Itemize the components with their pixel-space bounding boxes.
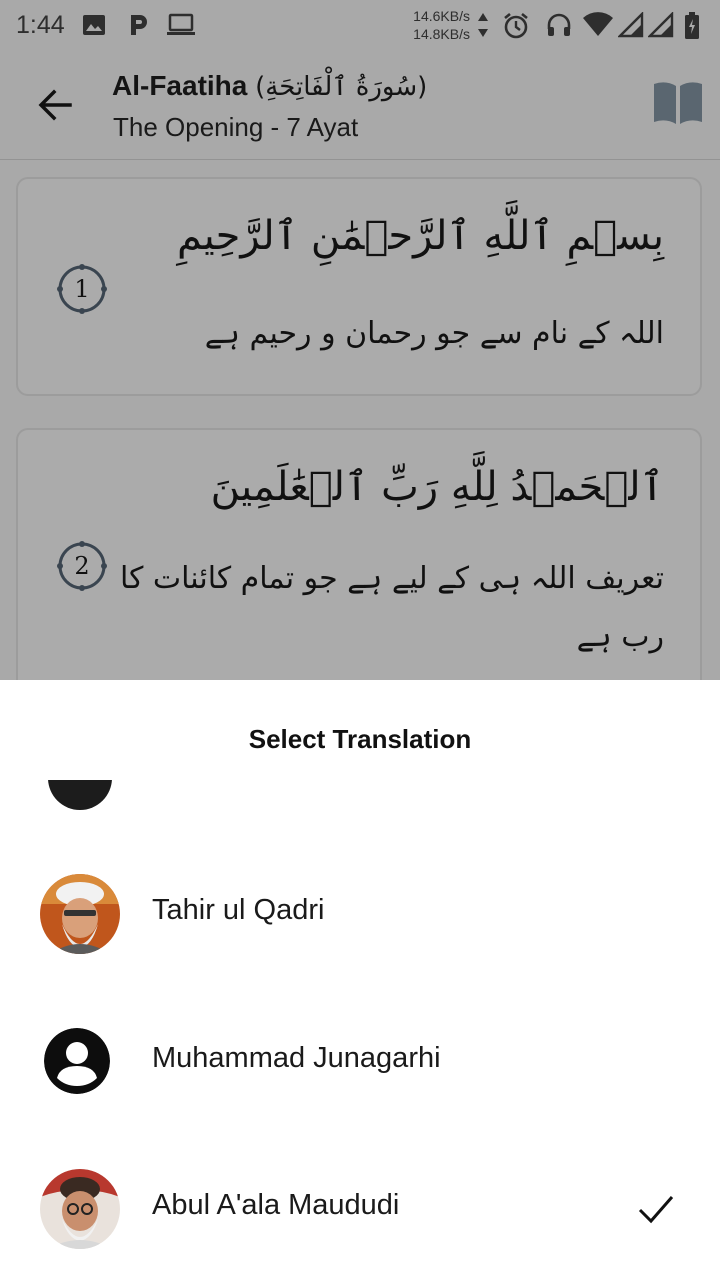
ayah-number-badge: 1: [56, 263, 108, 315]
app-bar: Al-Faatiha (سُورَةُ ٱلْفَاتِحَةِ) The Op…: [0, 50, 720, 160]
sheet-title: Select Translation: [248, 724, 472, 754]
back-button[interactable]: [30, 80, 80, 130]
translator-name: Muhammad Junagarhi: [152, 1042, 441, 1074]
signal-icon: [647, 11, 674, 43]
ayah-arabic-text: بِسۡمِ ٱللَّهِ ٱلرَّحۡمَٰنِ ٱلرَّحِيمِ: [176, 213, 664, 259]
headphones-icon: [546, 12, 572, 43]
checkmark-icon: [636, 1189, 676, 1229]
translation-bottom-sheet: Select Translation Tahir ul Qadri Muhamm…: [0, 680, 720, 1280]
surah-name: Al-Faatiha: [112, 70, 248, 101]
surah-name-arabic: (سُورَةُ ٱلْفَاتِحَةِ): [255, 72, 428, 102]
ayah-list: 1 بِسۡمِ ٱللَّهِ ٱلرَّحۡمَٰنِ ٱلرَّحِيمِ…: [0, 160, 720, 680]
translator-item-tahir-ul-qadri[interactable]: Tahir ul Qadri: [0, 854, 720, 974]
signal-icon: [617, 11, 644, 43]
p-app-icon: [126, 13, 150, 42]
ayah-translation-text: تعریف اللہ ہی کے لیے ہے جو تمام کائنات ک…: [119, 561, 664, 654]
open-book-icon: [650, 82, 706, 130]
ayah-card[interactable]: 1 بِسۡمِ ٱللَّهِ ٱلرَّحۡمَٰنِ ٱلرَّحِيمِ…: [16, 177, 702, 396]
wifi-icon: [582, 12, 614, 43]
translator-name: Tahir ul Qadri: [152, 894, 325, 926]
surah-subtitle: The Opening - 7 Ayat: [113, 112, 359, 142]
ayah-translation-text: اللہ کے نام سے جو رحمان و رحیم ہے: [204, 316, 664, 351]
ayah-number-badge: 2: [56, 540, 108, 592]
speed-down: 14.8KB/s: [413, 26, 470, 42]
battery-icon: [684, 12, 700, 45]
alarm-icon: [502, 12, 530, 45]
arrow-back-icon: [30, 89, 80, 134]
translator-item-abul-aala-maududi[interactable]: Abul A'ala Maududi: [0, 1149, 720, 1269]
ayah-arabic-text: ٱلۡحَمۡدُ لِلَّهِ رَبِّ ٱلۡعَٰلَمِينَ: [210, 464, 664, 510]
image-icon: [82, 13, 106, 42]
speed-up: 14.6KB/s: [413, 8, 470, 24]
laptop-icon: [166, 13, 196, 42]
partial-list-item-avatar: [48, 780, 112, 810]
network-speed: 14.6KB/s 14.8KB/s: [402, 7, 470, 43]
ayah-number: 1: [74, 275, 90, 303]
ayah-card[interactable]: 2 ٱلۡحَمۡدُ لِلَّهِ رَبِّ ٱلۡعَٰلَمِينَ …: [16, 428, 702, 680]
account-circle-icon: [44, 1028, 110, 1094]
status-time: 1:44: [16, 11, 65, 39]
book-button[interactable]: [650, 80, 706, 126]
surah-title: Al-Faatiha (سُورَةُ ٱلْفَاتِحَةِ): [112, 70, 427, 102]
ayah-number: 2: [74, 552, 90, 580]
data-arrows-icon: [477, 12, 489, 43]
translator-name: Abul A'ala Maududi: [152, 1189, 400, 1221]
status-bar: 1:44 14.6KB/s 14.8KB/s: [0, 0, 720, 50]
translator-avatar: [40, 874, 120, 954]
screen: 1:44 14.6KB/s 14.8KB/s Al-Faatiha (سُورَ…: [0, 0, 720, 1280]
translator-avatar: [40, 1169, 120, 1249]
translator-item-muhammad-junagarhi[interactable]: Muhammad Junagarhi: [0, 1002, 720, 1122]
